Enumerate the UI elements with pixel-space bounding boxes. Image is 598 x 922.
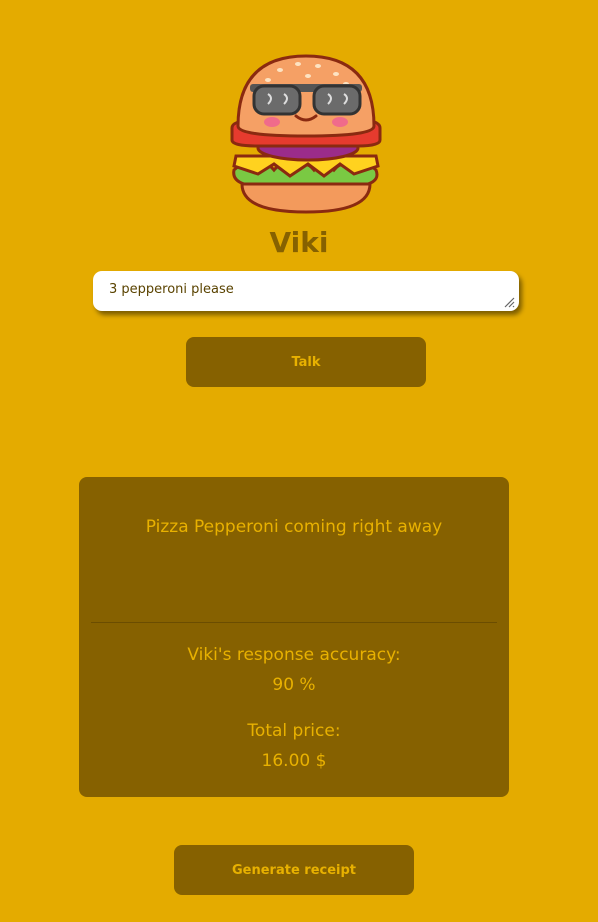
response-panel: Pizza Pepperoni coming right away Viki's… (79, 477, 509, 797)
generate-receipt-button[interactable]: Generate receipt (174, 845, 414, 895)
resize-grip-icon[interactable] (503, 296, 515, 308)
burger-mascot-icon (230, 54, 382, 214)
page-title: Viki (269, 226, 329, 259)
accuracy-value: 90 % (272, 675, 316, 695)
talk-button[interactable]: Talk (186, 337, 426, 387)
divider (91, 622, 497, 623)
response-message: Pizza Pepperoni coming right away (145, 517, 443, 537)
accuracy-label: Viki's response accuracy: (187, 645, 401, 665)
chat-message-input[interactable]: 3 pepperoni please (93, 271, 519, 311)
total-price-label: Total price: (247, 721, 341, 741)
total-price-value: 16.00 $ (261, 751, 327, 771)
